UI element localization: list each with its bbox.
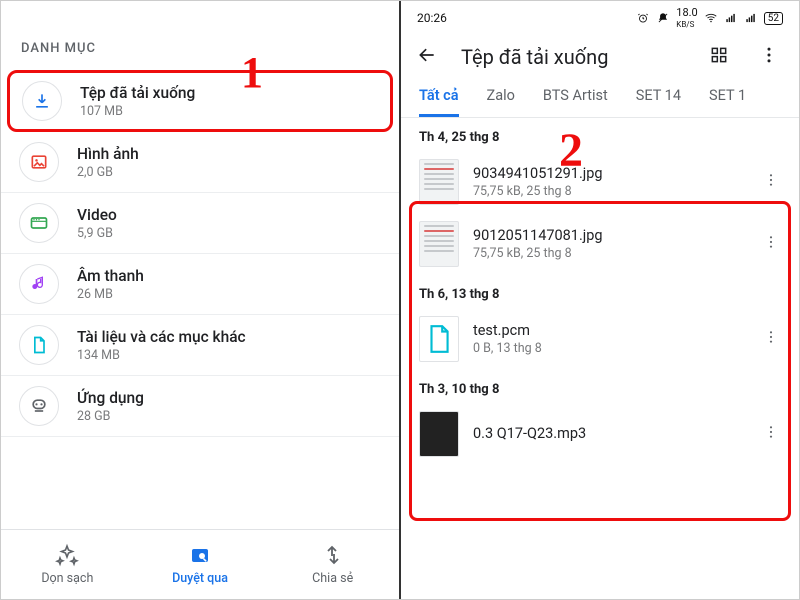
category-title: Video — [77, 206, 117, 224]
file-meta: 75,75 kB, 25 thg 8 — [473, 246, 743, 261]
file-row[interactable]: test.pcm 0 B, 13 thg 8 — [401, 308, 799, 370]
grid-view-button[interactable] — [703, 41, 735, 73]
file-meta: 0 B, 13 thg 8 — [473, 341, 743, 356]
browse-icon — [188, 543, 212, 567]
date-header: Th 4, 25 thg 8 — [401, 118, 799, 151]
status-time: 20:26 — [417, 11, 447, 25]
status-bar: 20:26 18.0KB/S 52 — [401, 1, 799, 31]
share-icon — [321, 543, 345, 567]
category-title: Âm thanh — [77, 267, 144, 285]
categories-screen: DANH MỤC Tệp đã tải xuống 107 MB Hình ản… — [1, 1, 401, 599]
bottom-nav: Dọn sạch Duyệt qua Chia sẻ — [1, 529, 399, 599]
date-header: Th 6, 13 thg 8 — [401, 275, 799, 308]
file-thumbnail — [419, 221, 459, 267]
category-title: Tệp đã tải xuống — [80, 84, 195, 102]
file-more-button[interactable] — [757, 323, 785, 355]
file-more-button[interactable] — [757, 418, 785, 450]
file-row[interactable]: 9034941051291.jpg 75,75 kB, 25 thg 8 — [401, 151, 799, 213]
category-title: Tài liệu và các mục khác — [77, 328, 246, 346]
file-meta: 75,75 kB, 25 thg 8 — [473, 184, 743, 199]
sparkle-icon — [55, 543, 79, 567]
file-row[interactable]: 9012051147081.jpg 75,75 kB, 25 thg 8 — [401, 213, 799, 275]
file-row[interactable]: 0.3 Q17-Q23.mp3 — [401, 403, 799, 465]
category-video[interactable]: Video 5,9 GB — [1, 193, 399, 254]
image-icon — [19, 142, 59, 182]
category-image[interactable]: Hình ảnh 2,0 GB — [1, 132, 399, 193]
doc-icon — [19, 325, 59, 365]
section-header: DANH MỤC — [1, 1, 399, 70]
nav-share[interactable]: Chia sẻ — [266, 530, 399, 599]
file-name: 0.3 Q17-Q23.mp3 — [473, 425, 743, 442]
battery-icon: 52 — [764, 12, 783, 25]
category-size: 107 MB — [80, 104, 195, 119]
downloads-screen: 20:26 18.0KB/S 52 Tệp đã tải xuống Tất c… — [401, 1, 799, 599]
app-icon — [19, 386, 59, 426]
file-name: 9034941051291.jpg — [473, 165, 743, 182]
filter-tabs: Tất cả Zalo BTS Artist SET 14 SET 1 — [401, 83, 799, 118]
tab-set-1[interactable]: SET 1 — [709, 87, 746, 117]
file-thumbnail — [419, 411, 459, 457]
category-size: 28 GB — [77, 409, 144, 424]
audio-icon — [19, 264, 59, 304]
screen-header: Tệp đã tải xuống — [401, 31, 799, 83]
overflow-menu-button[interactable] — [753, 41, 785, 73]
file-more-button[interactable] — [757, 166, 785, 198]
category-size: 26 MB — [77, 287, 144, 302]
back-button[interactable] — [411, 41, 443, 73]
nav-clean[interactable]: Dọn sạch — [1, 530, 134, 599]
category-doc[interactable]: Tài liệu và các mục khác 134 MB — [1, 315, 399, 376]
alarm-icon — [636, 11, 650, 25]
page-title: Tệp đã tải xuống — [461, 45, 685, 69]
file-name: test.pcm — [473, 322, 743, 339]
category-audio[interactable]: Âm thanh 26 MB — [1, 254, 399, 315]
signal-icon — [744, 11, 758, 25]
tab-bts-artist[interactable]: BTS Artist — [543, 87, 608, 117]
signal-icon — [724, 11, 738, 25]
category-title: Hình ảnh — [77, 145, 139, 163]
wifi-icon — [704, 11, 718, 25]
tab-set-14[interactable]: SET 14 — [636, 87, 681, 117]
category-download[interactable]: Tệp đã tải xuống 107 MB — [7, 70, 393, 132]
category-size: 134 MB — [77, 348, 246, 363]
download-icon — [22, 81, 62, 121]
category-title: Ứng dụng — [77, 389, 144, 407]
category-size: 5,9 GB — [77, 226, 117, 241]
file-icon — [419, 316, 459, 362]
file-thumbnail — [419, 159, 459, 205]
nav-browse[interactable]: Duyệt qua — [134, 530, 267, 599]
file-more-button[interactable] — [757, 228, 785, 260]
file-name: 9012051147081.jpg — [473, 227, 743, 244]
date-header: Th 3, 10 thg 8 — [401, 370, 799, 403]
tab-zalo[interactable]: Zalo — [487, 87, 515, 117]
mute-icon — [656, 11, 670, 25]
category-app[interactable]: Ứng dụng 28 GB — [1, 376, 399, 437]
video-icon — [19, 203, 59, 243]
tab-tất-cả[interactable]: Tất cả — [419, 87, 459, 117]
category-size: 2,0 GB — [77, 165, 139, 180]
